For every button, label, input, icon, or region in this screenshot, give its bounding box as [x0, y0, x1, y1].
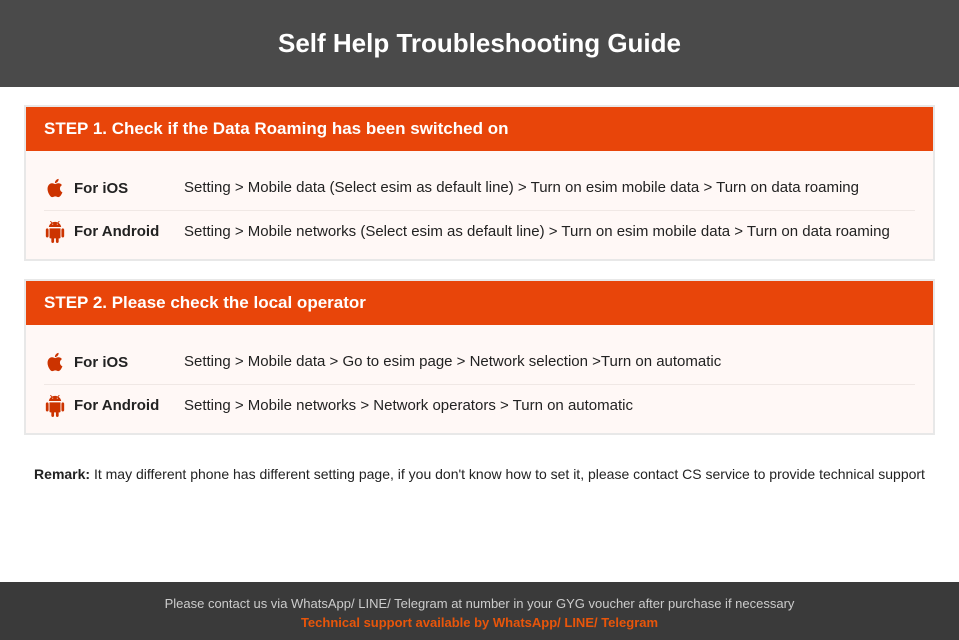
- platform-row-2-1: For iOS Setting > Mobile data > Go to esi…: [44, 341, 915, 385]
- steps-container: STEP 1. Check if the Data Roaming has be…: [24, 105, 935, 435]
- platform-desc-2-1: Setting > Mobile data > Go to esim page …: [184, 351, 721, 374]
- platform-desc-2-2: Setting > Mobile networks > Network oper…: [184, 395, 633, 418]
- platform-desc-1-1: Setting > Mobile data (Select esim as de…: [184, 177, 859, 200]
- remark-text: It may different phone has different set…: [90, 466, 925, 482]
- ios-label: For iOS: [74, 354, 128, 371]
- remark-label: Remark:: [34, 466, 90, 482]
- platform-label-android: For Android: [44, 395, 184, 417]
- footer-support-text: Technical support available by WhatsApp/…: [20, 615, 939, 630]
- platform-desc-1-2: Setting > Mobile networks (Select esim a…: [184, 221, 890, 244]
- main-content: STEP 1. Check if the Data Roaming has be…: [0, 87, 959, 582]
- platform-row-1-2: For Android Setting > Mobile networks (Se…: [44, 211, 915, 244]
- step-header-text-2: STEP 2. Please check the local operator: [44, 293, 366, 312]
- step-block-2: STEP 2. Please check the local operator …: [24, 279, 935, 435]
- android-label: For Android: [74, 397, 159, 414]
- step-header-text-1: STEP 1. Check if the Data Roaming has be…: [44, 119, 508, 138]
- android-label: For Android: [74, 223, 159, 240]
- step-body-1: For iOS Setting > Mobile data (Select esi…: [26, 151, 933, 259]
- footer: Please contact us via WhatsApp/ LINE/ Te…: [0, 582, 959, 640]
- step-body-2: For iOS Setting > Mobile data > Go to esi…: [26, 325, 933, 433]
- step-header-2: STEP 2. Please check the local operator: [26, 281, 933, 325]
- step-block-1: STEP 1. Check if the Data Roaming has be…: [24, 105, 935, 261]
- platform-row-2-2: For Android Setting > Mobile networks > N…: [44, 385, 915, 418]
- remark-section: Remark: It may different phone has diffe…: [24, 453, 935, 499]
- footer-main-text: Please contact us via WhatsApp/ LINE/ Te…: [20, 596, 939, 611]
- page-title: Self Help Troubleshooting Guide: [278, 28, 681, 58]
- step-header-1: STEP 1. Check if the Data Roaming has be…: [26, 107, 933, 151]
- page-header: Self Help Troubleshooting Guide: [0, 0, 959, 87]
- ios-label: For iOS: [74, 180, 128, 197]
- platform-label-ios: For iOS: [44, 177, 184, 199]
- platform-row-1-1: For iOS Setting > Mobile data (Select esi…: [44, 167, 915, 211]
- platform-label-ios: For iOS: [44, 351, 184, 373]
- platform-label-android: For Android: [44, 221, 184, 243]
